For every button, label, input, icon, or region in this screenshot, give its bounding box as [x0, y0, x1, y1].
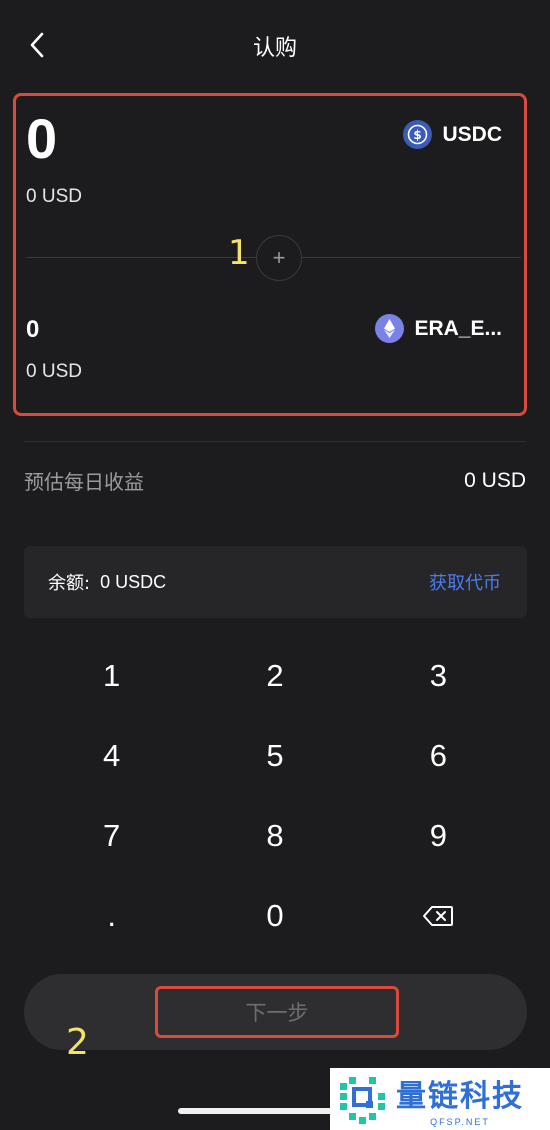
- section-divider: [24, 441, 526, 442]
- watermark-site: QFSP.NET: [430, 1117, 490, 1127]
- watermark: 量链科技 QFSP.NET: [330, 1068, 550, 1130]
- next-button-bar: 下一步: [24, 974, 527, 1050]
- next-step-button[interactable]: 下一步: [155, 986, 399, 1038]
- from-token-label: USDC: [442, 122, 502, 146]
- annotation-2: 2: [66, 1022, 89, 1063]
- balance-label: 余额:: [48, 573, 91, 594]
- key-7[interactable]: 7: [30, 796, 193, 876]
- eth-icon: [375, 314, 405, 343]
- balance-panel: 余额: 0 USDC 获取代币: [24, 546, 527, 618]
- key-4[interactable]: 4: [30, 716, 193, 796]
- page-title: 认购: [252, 36, 297, 61]
- estimated-daily-earnings-row: 预估每日收益 0 USD: [24, 466, 526, 495]
- swap-panel: 0 $ USDC 0 USD 1 + 0 ERA_E... 0 USD: [13, 93, 527, 416]
- to-usd-value: 0 USD: [26, 361, 82, 382]
- to-token-selector[interactable]: ERA_E...: [375, 314, 502, 343]
- key-0[interactable]: 0: [193, 876, 356, 956]
- get-token-link[interactable]: 获取代币: [429, 569, 501, 595]
- watermark-text: 量链科技 QFSP.NET: [396, 1071, 524, 1127]
- key-1[interactable]: 1: [30, 636, 193, 716]
- svg-text:$: $: [414, 128, 422, 142]
- key-8[interactable]: 8: [193, 796, 356, 876]
- from-usd-value: 0 USD: [26, 186, 82, 207]
- balance-value: 0 USDC: [100, 571, 167, 592]
- watermark-name: 量链科技: [396, 1079, 524, 1114]
- swap-plus-button[interactable]: +: [256, 235, 302, 281]
- from-token-selector[interactable]: $ USDC: [403, 120, 502, 149]
- to-token-label: ERA_E...: [414, 316, 502, 340]
- watermark-logo-icon: [340, 1077, 385, 1124]
- header: 认购: [0, 0, 550, 90]
- from-amount-input[interactable]: 0: [26, 106, 57, 171]
- to-amount-value: 0: [26, 316, 40, 343]
- key-5[interactable]: 5: [193, 716, 356, 796]
- backspace-key[interactable]: [357, 876, 520, 956]
- estimate-value: 0 USD: [464, 468, 526, 492]
- annotation-1: 1: [228, 233, 250, 273]
- estimate-label: 预估每日收益: [24, 470, 144, 494]
- numeric-keypad: 1 2 3 4 5 6 7 8 9 . 0: [30, 636, 520, 956]
- key-6[interactable]: 6: [357, 716, 520, 796]
- key-3[interactable]: 3: [357, 636, 520, 716]
- key-decimal[interactable]: .: [30, 876, 193, 956]
- balance-info: 余额: 0 USDC: [48, 569, 166, 595]
- usdc-icon: $: [403, 120, 433, 149]
- key-9[interactable]: 9: [357, 796, 520, 876]
- key-2[interactable]: 2: [193, 636, 356, 716]
- backspace-icon: [423, 906, 454, 926]
